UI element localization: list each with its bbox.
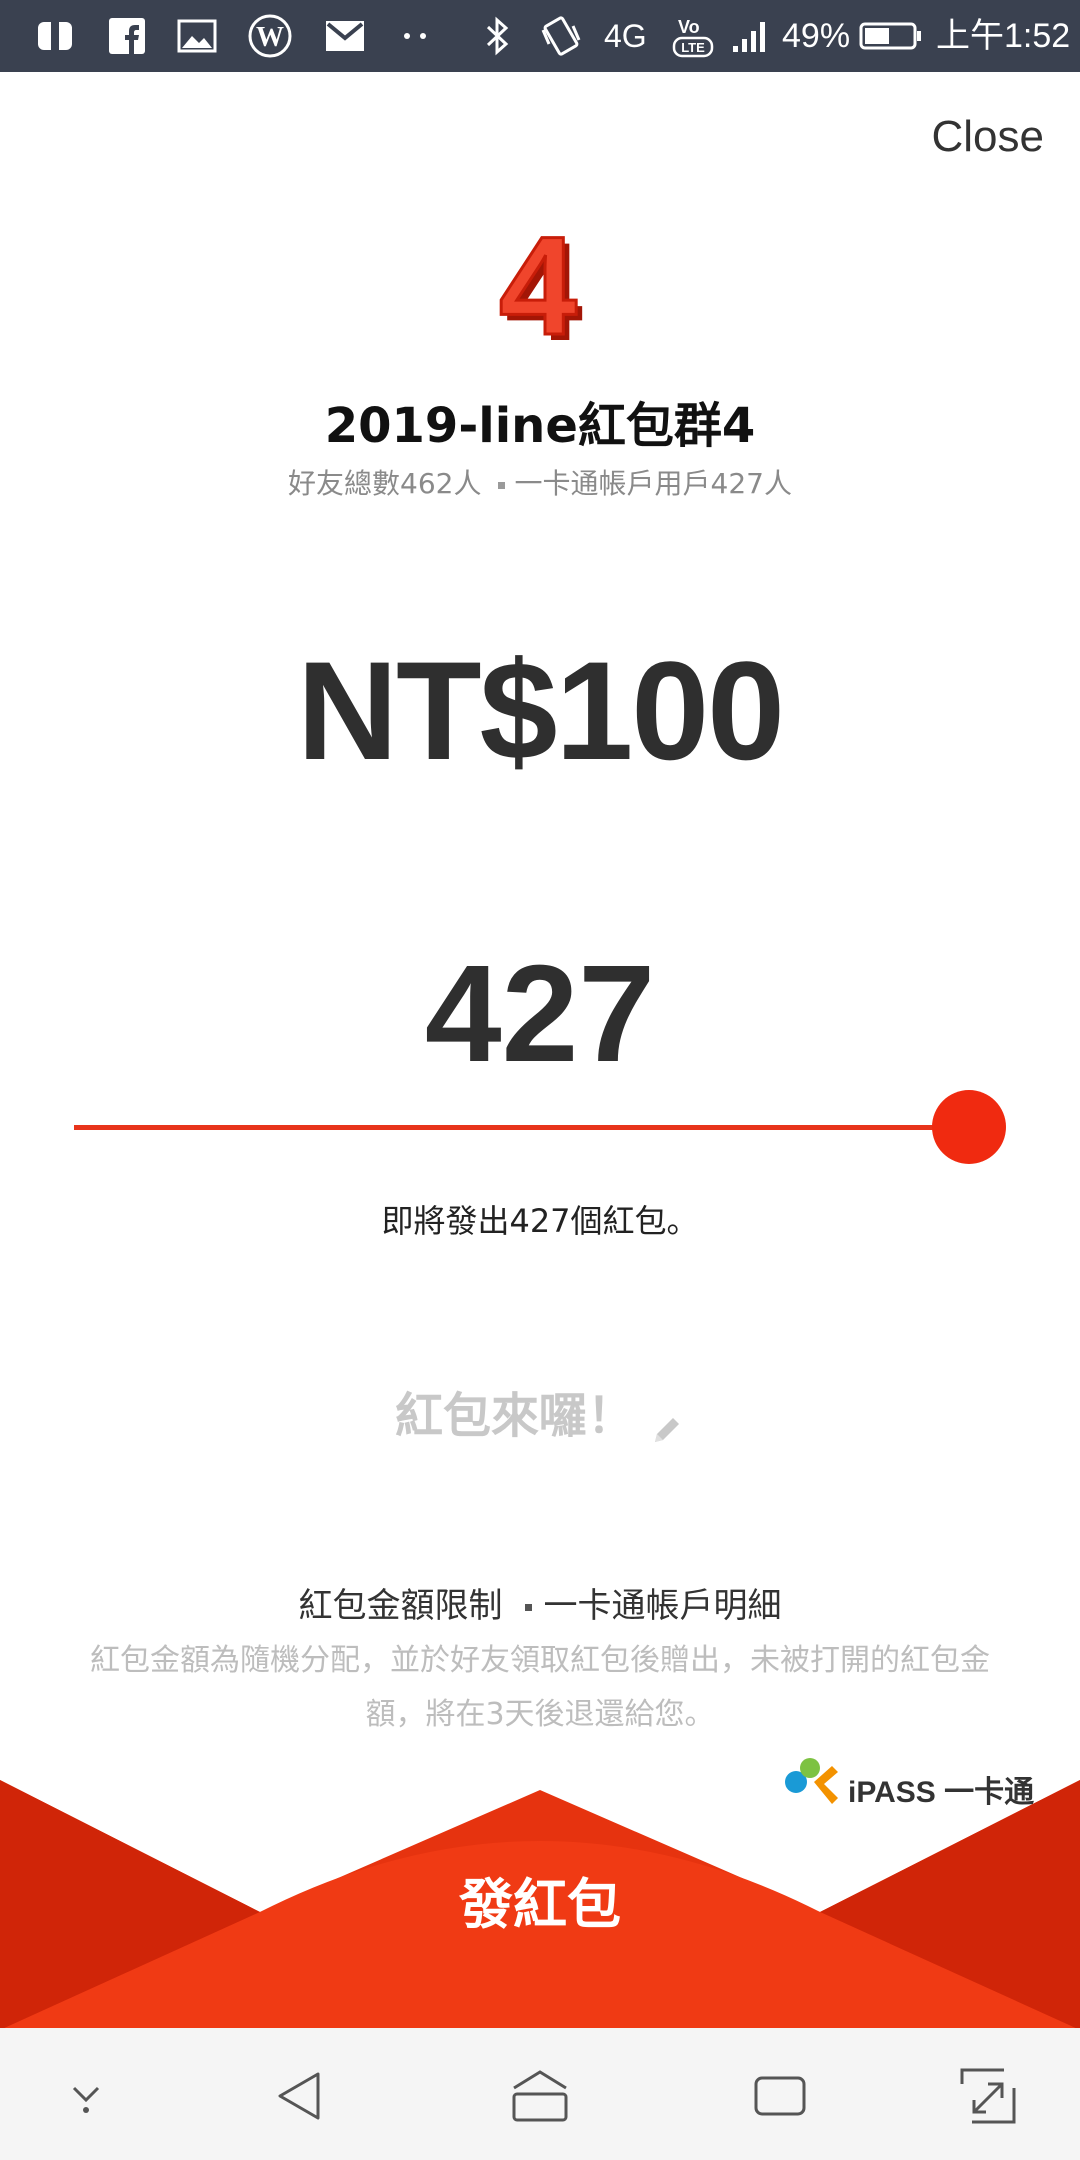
amount-display[interactable]: NT$100 <box>0 630 1080 792</box>
gallery-icon <box>170 0 224 72</box>
network-type: 4G <box>604 18 647 54</box>
account-detail-link[interactable]: 一卡通帳戶明細 <box>544 1586 782 1626</box>
clock: 上午1:52 <box>936 17 1071 55</box>
ipass-users: 一卡通帳戶用戶427人 <box>514 467 792 500</box>
back-icon[interactable] <box>270 2066 330 2126</box>
group-name: 2019-line紅包群4 <box>324 398 756 454</box>
svg-text:LTE: LTE <box>681 40 705 55</box>
group-stats: 好友總數462人 一卡通帳戶用戶427人 <box>0 462 1080 502</box>
facebook-icon <box>100 0 154 72</box>
slider-thumb[interactable] <box>932 1090 1006 1164</box>
slider-fill <box>74 1125 969 1130</box>
battery-percent: 49% <box>782 17 851 55</box>
bluetooth-icon <box>478 0 518 72</box>
count-slider[interactable] <box>74 1090 1006 1164</box>
pencil-icon[interactable] <box>651 1402 685 1442</box>
message-field[interactable]: 紅包來囉！ <box>0 1376 1080 1446</box>
status-bar: W 4G Vo LTE 49% 上午1:52 <box>0 0 1080 72</box>
app-icon <box>28 0 82 72</box>
envelope-count: 427 <box>424 937 656 1091</box>
more-dots-icon <box>396 0 436 72</box>
hide-nav-icon[interactable] <box>56 2066 116 2126</box>
home-icon[interactable] <box>510 2066 570 2126</box>
recents-icon[interactable] <box>750 2066 810 2126</box>
close-button[interactable]: Close <box>932 112 1045 162</box>
separator-dot <box>497 481 505 489</box>
expand-icon[interactable] <box>958 2066 1018 2126</box>
battery-icon <box>858 0 924 72</box>
volte-icon: Vo LTE <box>668 0 720 72</box>
footer-links: 紅包金額限制 一卡通帳戶明細 <box>0 1578 1080 1627</box>
vibrate-icon <box>536 0 586 72</box>
friends-total: 好友總數462人 <box>288 467 482 500</box>
separator-dot <box>524 1604 532 1611</box>
signal-icon <box>728 0 774 72</box>
svg-text:W: W <box>256 22 284 53</box>
svg-text:Vo: Vo <box>678 17 700 37</box>
mail-icon <box>318 0 372 72</box>
group-number-badge: 4 4 <box>490 206 590 371</box>
send-note: 即將發出427個紅包。 <box>381 1202 699 1240</box>
amount-limit-link[interactable]: 紅包金額限制 <box>299 1586 503 1626</box>
distribution-notice: 紅包金額為隨機分配，並於好友領取紅包後贈出，未被打開的紅包金額，將在3天後退還給… <box>90 1643 990 1732</box>
send-red-envelope-button[interactable]: 發紅包 <box>340 1860 740 1950</box>
wordpress-icon: W <box>242 0 298 72</box>
message-placeholder[interactable]: 紅包來囉！ <box>395 1388 635 1444</box>
badge-number: 4 <box>499 228 577 358</box>
